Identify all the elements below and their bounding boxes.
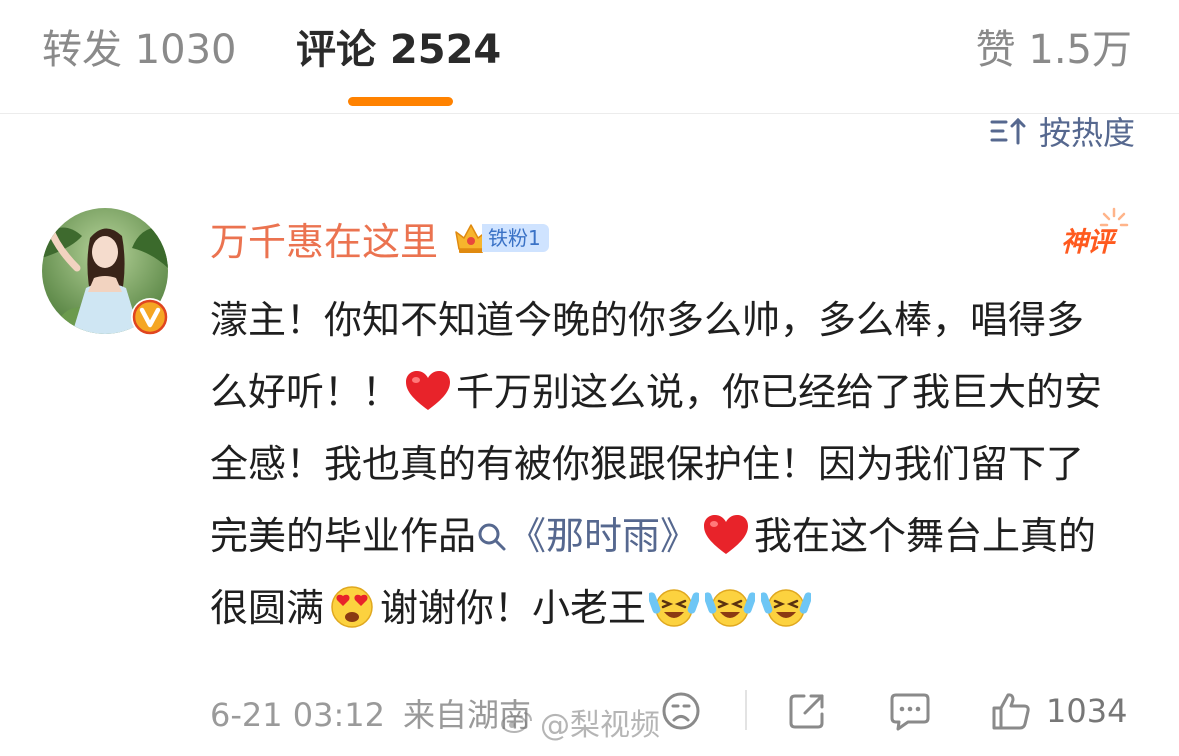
comment-meta: 6-21 03:12 来自湖南 bbox=[210, 690, 531, 736]
topic-search-label: 《那时雨》 bbox=[508, 514, 699, 558]
topic-search-link[interactable]: 《那时雨》 bbox=[476, 514, 698, 558]
watermark-text: @梨视频 bbox=[540, 708, 660, 743]
divider bbox=[745, 690, 747, 730]
tab-comment[interactable]: 评论 2524 bbox=[296, 20, 501, 80]
sort-button[interactable]: 按热度 bbox=[989, 109, 1135, 153]
tab-like[interactable]: 赞 1.5万 bbox=[976, 20, 1132, 80]
like-count: 1034 bbox=[1046, 692, 1128, 730]
watermark: @梨视频 bbox=[500, 700, 660, 744]
sad-face-icon bbox=[662, 692, 700, 730]
verified-badge-icon bbox=[131, 298, 169, 336]
comment-text-part: 谢谢你！小老王 bbox=[380, 586, 647, 630]
crying-laughing-face-icon bbox=[705, 584, 756, 630]
comment-author-row: 万千惠在这里 铁粉1 bbox=[210, 210, 549, 266]
reply-button[interactable] bbox=[888, 688, 932, 734]
active-tab-indicator bbox=[348, 97, 453, 106]
crying-laughing-face-icon bbox=[761, 584, 812, 630]
god-comment-tag: 神评 bbox=[1059, 206, 1129, 260]
share-icon bbox=[789, 694, 824, 729]
crying-laughing-face-icon bbox=[649, 584, 700, 630]
thumbs-up-icon bbox=[992, 693, 1030, 730]
comment-icon bbox=[890, 693, 930, 731]
tab-repost[interactable]: 转发 1030 bbox=[42, 20, 237, 80]
sort-icon bbox=[990, 117, 1026, 145]
comment-text: 濛主！你知不知道今晚的你多么帅，多么棒，唱得多么好听！！ 千万别这么说，你已经给了… bbox=[210, 284, 1120, 644]
heart-icon bbox=[403, 368, 453, 414]
comment-date: 6-21 03:12 bbox=[210, 696, 386, 734]
fan-badge-label: 铁粉1 bbox=[482, 224, 549, 252]
share-button[interactable] bbox=[786, 688, 828, 734]
like-button[interactable]: 1034 bbox=[990, 688, 1127, 734]
sort-label: 按热度 bbox=[1038, 114, 1135, 152]
heart-eyes-face-icon bbox=[327, 584, 377, 630]
comment-tab-bar: 转发 1030 评论 2524 赞 1.5万 bbox=[0, 0, 1179, 114]
god-comment-label: 神评 bbox=[1061, 227, 1114, 258]
dislike-button[interactable] bbox=[660, 688, 702, 734]
author-name[interactable]: 万千惠在这里 bbox=[210, 211, 438, 266]
search-icon bbox=[478, 523, 506, 551]
heart-icon bbox=[701, 512, 751, 558]
weibo-logo-icon bbox=[501, 712, 532, 733]
fan-badge[interactable]: 铁粉1 bbox=[452, 220, 549, 256]
